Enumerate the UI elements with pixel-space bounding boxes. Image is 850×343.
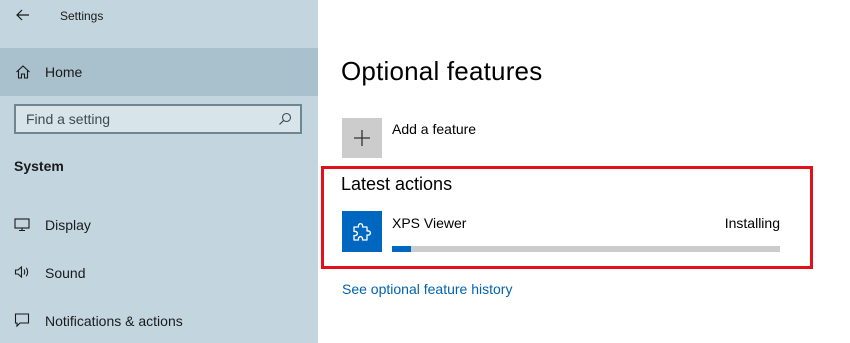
speaker-icon [14,265,29,279]
sidebar-item-display[interactable]: Display [0,204,318,244]
search-icon[interactable] [278,112,292,126]
title-bar: Settings [0,0,318,32]
app-title: Settings [60,9,104,23]
progress-bar [392,246,780,252]
feature-tile [342,211,382,252]
back-button[interactable] [13,5,33,25]
notification-icon [14,313,30,328]
sidebar-item-label: Display [45,217,91,233]
latest-actions-heading: Latest actions [341,174,453,194]
back-arrow-icon [16,9,29,21]
search-input[interactable] [26,111,266,127]
add-feature-button[interactable]: Add a feature [342,118,542,158]
sidebar: Settings Home System Display Sound [0,0,318,343]
search-box[interactable] [14,104,302,134]
home-icon [16,65,30,79]
sidebar-item-label: Home [45,64,83,80]
plus-icon [354,130,370,146]
main-content: Optional features Add a feature Latest a… [318,0,850,343]
sidebar-item-label: Notifications & actions [45,313,183,329]
sidebar-item-notifications[interactable]: Notifications & actions [0,300,318,340]
sidebar-item-sound[interactable]: Sound [0,252,318,292]
feature-name: XPS Viewer [392,215,467,231]
puzzle-icon [353,222,372,241]
monitor-icon [14,218,30,232]
feature-status: Installing [724,215,780,231]
feature-history-link[interactable]: See optional feature history [342,281,512,297]
add-feature-label: Add a feature [392,121,477,137]
sidebar-item-label: Sound [45,265,86,281]
progress-fill [392,246,412,252]
add-tile[interactable] [342,118,382,158]
section-title: System [14,158,64,174]
page-title: Optional features [341,56,543,86]
sidebar-item-home[interactable]: Home [0,48,318,96]
feature-item-xps-viewer[interactable]: XPS Viewer Installing [342,211,782,255]
